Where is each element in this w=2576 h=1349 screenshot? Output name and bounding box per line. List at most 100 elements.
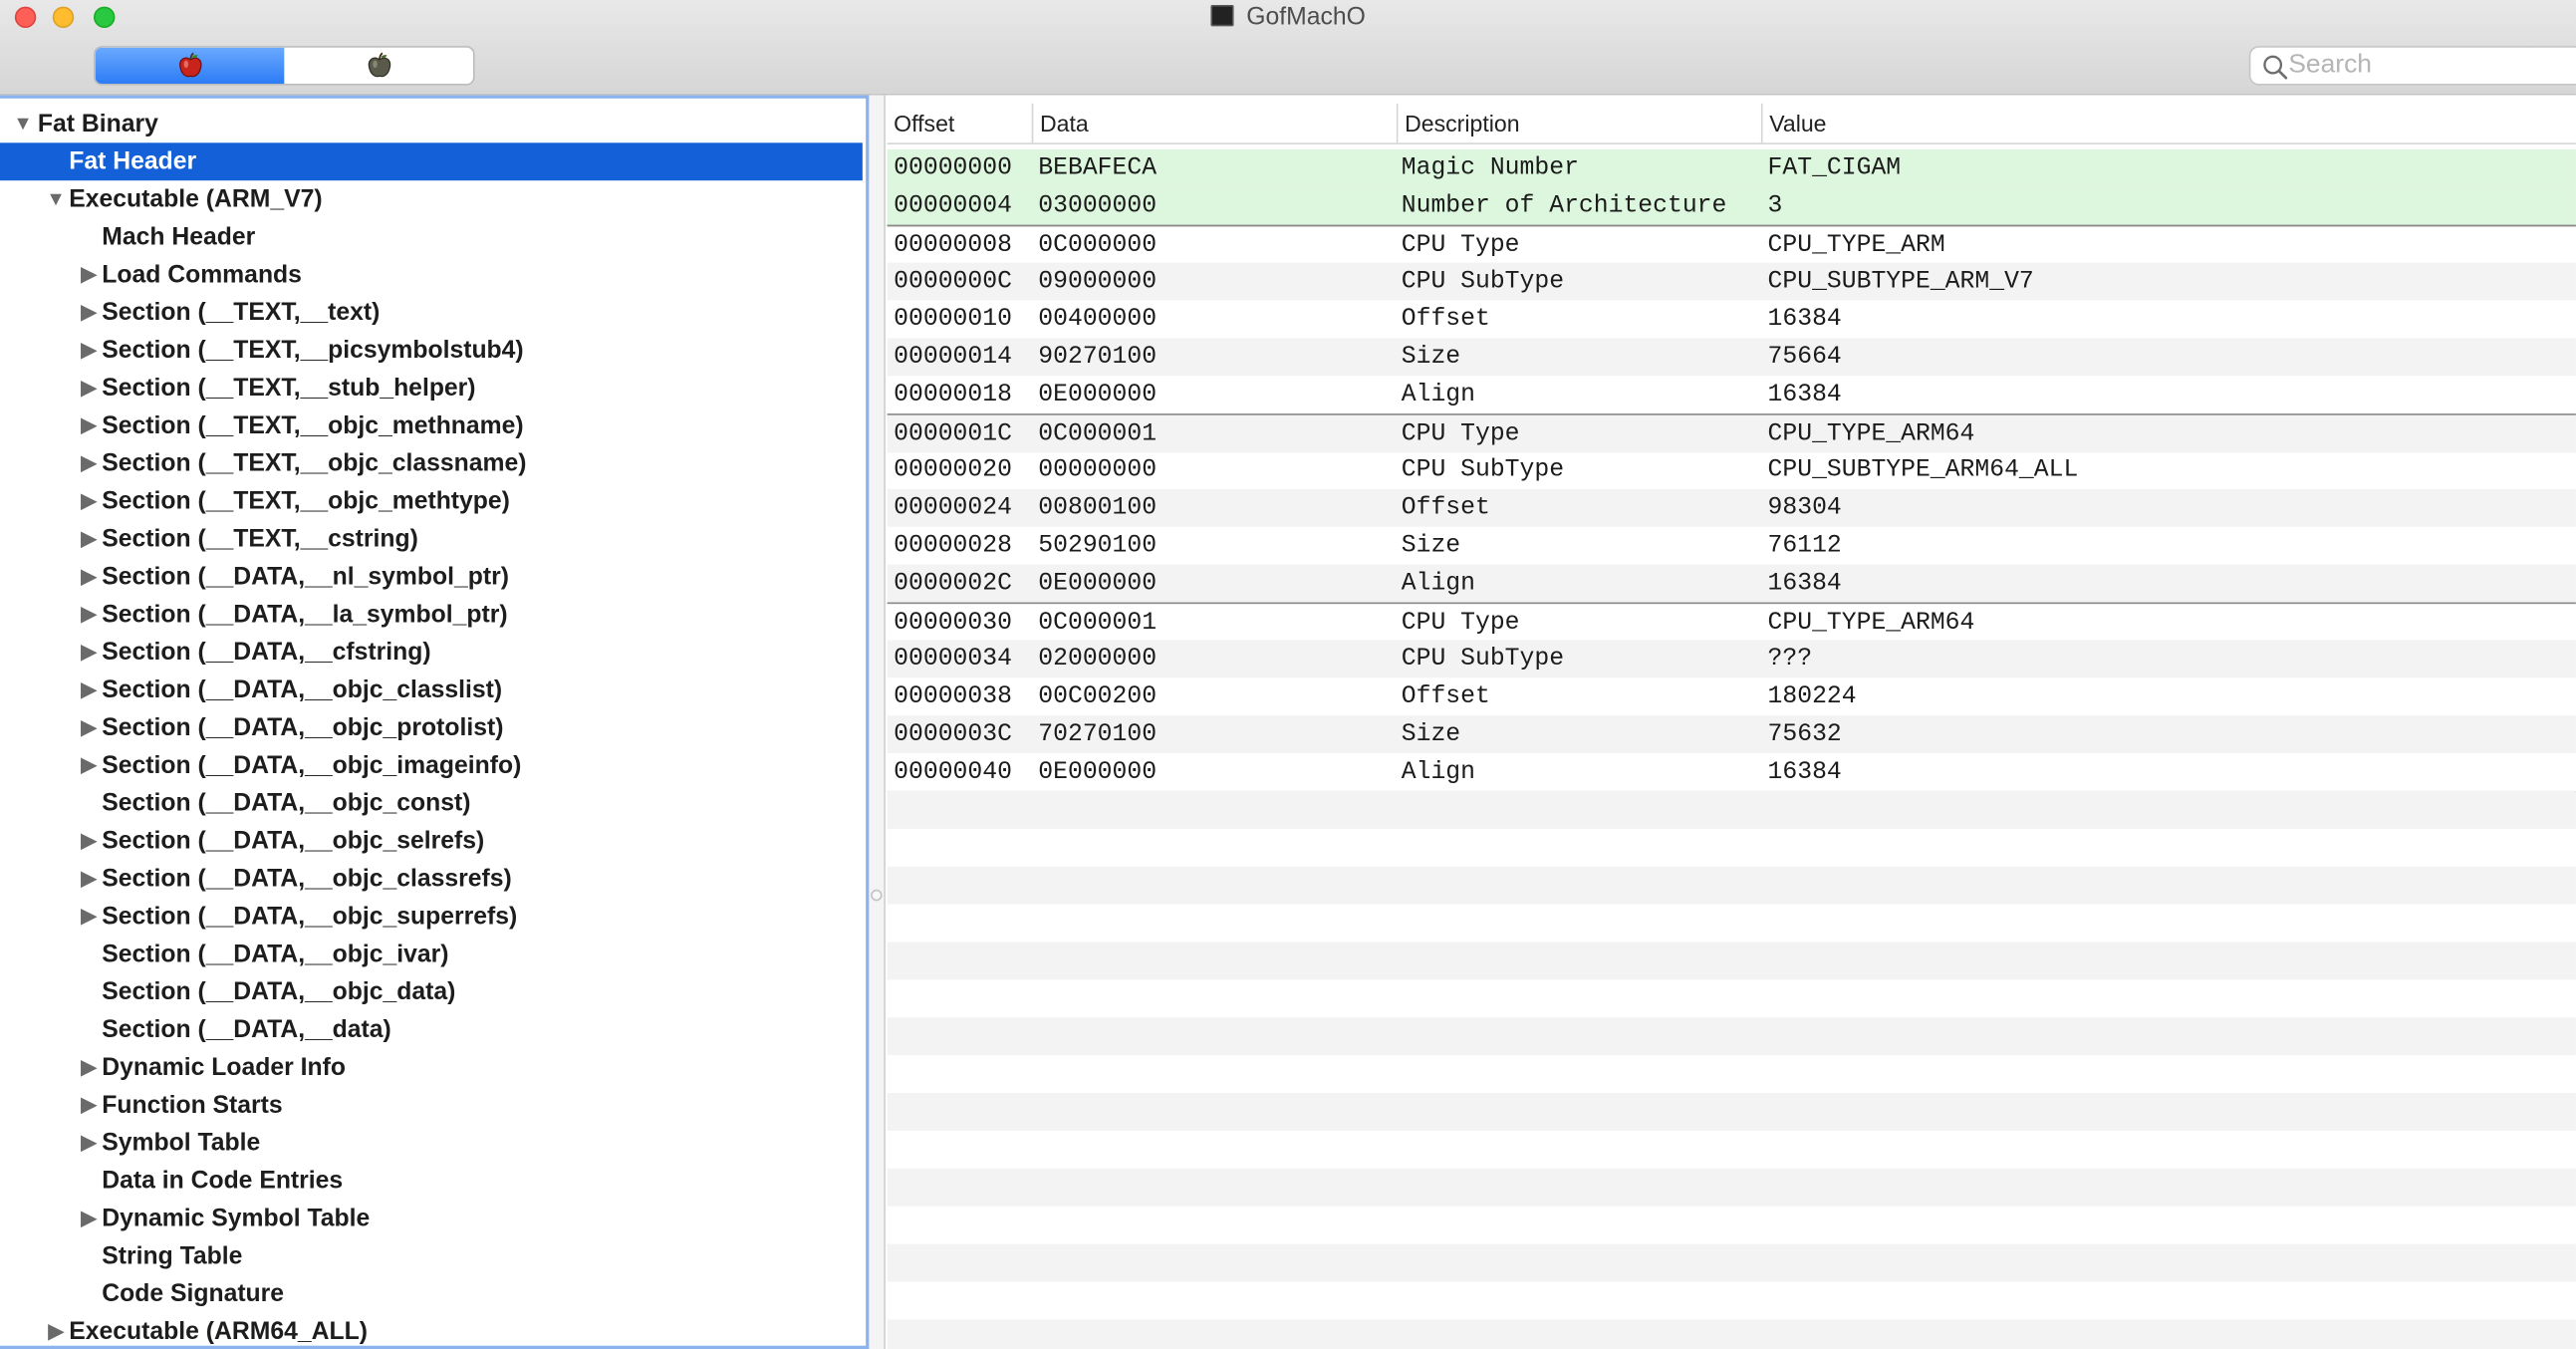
disclosure-collapsed-icon[interactable]: ▶ <box>79 1124 99 1162</box>
table-row[interactable]: 00000028 50290100 Size 76112 <box>888 527 2576 565</box>
disclosure-collapsed-icon[interactable]: ▶ <box>79 256 99 294</box>
outline-row[interactable]: ▶ Section (__DATA,__la_symbol_ptr) <box>0 596 863 634</box>
outline-row[interactable]: ▶ Section (__TEXT,__objc_methname) <box>0 407 863 445</box>
cell-data: 02000000 <box>1038 645 1158 674</box>
cell-offset: 00000010 <box>894 305 1012 334</box>
table-row[interactable]: 00000034 02000000 CPU SubType??? <box>887 640 2576 678</box>
outline-row[interactable]: ▶ Dynamic Symbol Table <box>0 1200 863 1237</box>
outline-row[interactable]: ▶ Section (__DATA,__cfstring) <box>0 634 863 672</box>
outline-row[interactable]: ▶ Section (__DATA,__objc_selrefs) <box>0 822 863 860</box>
disclosure-collapsed-icon[interactable]: ▶ <box>79 1200 99 1237</box>
cell-value: CPU_TYPE_ARM <box>1767 231 1945 260</box>
disclosure-collapsed-icon[interactable]: ▶ <box>79 1086 99 1124</box>
disclosure-collapsed-icon[interactable]: ▶ <box>79 746 99 784</box>
outline-row-label: Section (__DATA,__objc_superrefs) <box>102 902 518 931</box>
table-row[interactable]: 0000000C 09000000 CPU SubType CPU_SUBTYPE_A… <box>887 262 2576 301</box>
table-row[interactable]: 00000020 00000000 CPU SubType CPU_SUBTYPE_A… <box>888 451 2576 489</box>
table-row[interactable]: 00000008 0C000000 CPU Type CPU_TYPE_ARM <box>887 224 2576 265</box>
disclosure-collapsed-icon[interactable]: ▶ <box>79 898 99 936</box>
disclosure-collapsed-icon[interactable]: ▶ <box>79 482 99 520</box>
divider-handle[interactable] <box>871 889 883 902</box>
outline-row-label: Section (__TEXT,__objc_methname) <box>102 411 524 440</box>
table-row[interactable]: 00000018 0E000000 Align 16384 <box>888 376 2576 413</box>
outline-row[interactable]: Section (__DATA,__data) <box>0 1011 863 1049</box>
disclosure-collapsed-icon[interactable]: ▶ <box>79 294 99 332</box>
outline-row[interactable]: Mach Header <box>0 218 863 256</box>
disclosure-collapsed-icon[interactable]: ▶ <box>79 444 99 482</box>
outline-row[interactable]: Data in Code Entries <box>0 1162 863 1200</box>
cell-data: 0C000000 <box>1038 231 1158 260</box>
disclosure-collapsed-icon[interactable]: ▶ <box>79 407 99 445</box>
table-row[interactable]: 00000010 00400000 Offset 16384 <box>888 300 2576 338</box>
outline-row[interactable]: ▶ Section (__TEXT,__objc_methtype) <box>0 482 863 520</box>
table-row[interactable]: 00000038 00C00200 Offset 180224 <box>888 677 2576 715</box>
disclosure-collapsed-icon[interactable]: ▶ <box>79 558 99 596</box>
outline-row[interactable]: Fat Header <box>0 142 863 181</box>
disclosure-collapsed-icon[interactable]: ▶ <box>79 370 99 407</box>
outline-row[interactable]: ▶ Section (__DATA,__objc_classlist) <box>0 672 863 709</box>
outline-row[interactable]: Section (__DATA,__objc_ivar) <box>0 936 863 973</box>
disclosure-collapsed-icon[interactable]: ▶ <box>79 1049 99 1087</box>
disclosure-collapsed-icon[interactable]: ▶ <box>79 672 99 709</box>
outline-row[interactable]: ▶ Symbol Table <box>0 1124 863 1162</box>
empty-row <box>888 1055 2576 1093</box>
table-header: Offset Data Description Value <box>887 103 2576 144</box>
disclosure-expanded-icon[interactable]: ▼ <box>46 180 66 218</box>
outline-row[interactable]: ▼ Executable (ARM_V7) <box>0 180 863 218</box>
outline-row[interactable]: ▶ Executable (ARM64_ALL) <box>0 1313 863 1346</box>
table-row[interactable]: 00000014 90270100 Size 75664 <box>887 338 2576 377</box>
segment-dark-apple-button[interactable] <box>284 48 473 84</box>
table-row[interactable]: 00000040 0E000000 Align 16384 <box>887 753 2576 793</box>
table-row[interactable]: 0000002C 0E000000 Align 16384 <box>887 564 2576 603</box>
outline-row[interactable]: ▶ Section (__TEXT,__picsymbolstub4) <box>0 332 863 370</box>
disclosure-collapsed-icon[interactable]: ▶ <box>79 332 99 370</box>
segment-red-apple-button[interactable] <box>95 47 285 85</box>
outline-row[interactable]: ▶ Section (__TEXT,__objc_classname) <box>0 444 863 482</box>
disclosure-collapsed-icon[interactable]: ▶ <box>79 860 99 898</box>
window-frame: GofMachO Search ▼ Fat Binary Fat Header … <box>0 0 2576 1349</box>
outline-row[interactable]: ▶ Load Commands <box>0 256 863 294</box>
column-header-offset[interactable]: Offset <box>888 104 1032 143</box>
disclosure-collapsed-icon[interactable]: ▶ <box>79 709 99 747</box>
outline-row[interactable]: Code Signature <box>0 1275 863 1313</box>
disclosure-collapsed-icon[interactable]: ▶ <box>79 596 99 634</box>
table-row[interactable]: 00000000 BEBAFECA Magic Number FAT_CIGAM <box>887 148 2576 187</box>
outline-row[interactable]: ▶ Section (__TEXT,__cstring) <box>0 520 863 558</box>
empty-row <box>887 1093 2576 1131</box>
disclosure-collapsed-icon[interactable]: ▶ <box>79 822 99 860</box>
disclosure-collapsed-icon[interactable]: ▶ <box>79 634 99 672</box>
cell-description: Size <box>1401 343 1461 372</box>
outline-row[interactable]: Section (__DATA,__objc_data) <box>0 973 863 1011</box>
disclosure-collapsed-icon[interactable]: ▶ <box>79 520 99 558</box>
outline-row[interactable]: String Table <box>0 1237 863 1275</box>
search-input[interactable] <box>2288 49 2576 83</box>
outline-row-label: Section (__TEXT,__objc_classname) <box>102 449 527 478</box>
outline-row[interactable]: ▶ Section (__DATA,__objc_imageinfo) <box>0 746 863 784</box>
outline-row[interactable]: ▶ Section (__TEXT,__stub_helper) <box>0 370 863 407</box>
outline-row[interactable]: ▶ Section (__DATA,__objc_classrefs) <box>0 860 863 898</box>
split-view-divider[interactable] <box>869 95 886 1349</box>
column-header-value[interactable]: Value <box>1760 103 2576 143</box>
outline-row[interactable]: ▶ Section (__TEXT,__text) <box>0 294 863 332</box>
outline-row[interactable]: ▶ Section (__DATA,__objc_protolist) <box>0 709 863 747</box>
outline-row[interactable]: ▼ Fat Binary <box>0 105 863 142</box>
outline-row[interactable]: ▶ Section (__DATA,__objc_superrefs) <box>0 898 863 936</box>
cell-offset: 00000014 <box>894 343 1012 372</box>
outline-row[interactable]: ▶ Dynamic Loader Info <box>0 1049 863 1087</box>
outline-row[interactable]: ▶ Function Starts <box>0 1086 863 1124</box>
cell-value: 16384 <box>1767 305 1842 334</box>
table-row[interactable]: 0000001C 0C000001 CPU Type CPU_TYPE_ARM64 <box>887 413 2576 453</box>
disclosure-collapsed-icon[interactable]: ▶ <box>46 1313 66 1346</box>
table-row[interactable]: 00000024 00800100 Offset 98304 <box>887 488 2576 527</box>
outline-row[interactable]: Section (__DATA,__objc_const) <box>0 784 863 822</box>
column-header-description[interactable]: Description <box>1396 103 1761 143</box>
table-row[interactable]: 00000004 03000000 Number of Architecture 3 <box>887 186 2576 227</box>
column-header-data[interactable]: Data <box>1031 103 1397 143</box>
outline-row-label: Section (__TEXT,__picsymbolstub4) <box>102 336 524 365</box>
search-field[interactable] <box>2248 46 2576 86</box>
disclosure-expanded-icon[interactable]: ▼ <box>13 105 33 142</box>
outline-row[interactable]: ▶ Section (__DATA,__nl_symbol_ptr) <box>0 558 863 596</box>
table-row[interactable]: 0000003C 70270100 Size 75632 <box>887 715 2576 754</box>
table-row[interactable]: 00000030 0C000001 CPU Type CPU_TYPE_ARM64 <box>887 602 2576 643</box>
outline-row-label: Section (__DATA,__objc_classrefs) <box>102 865 512 894</box>
